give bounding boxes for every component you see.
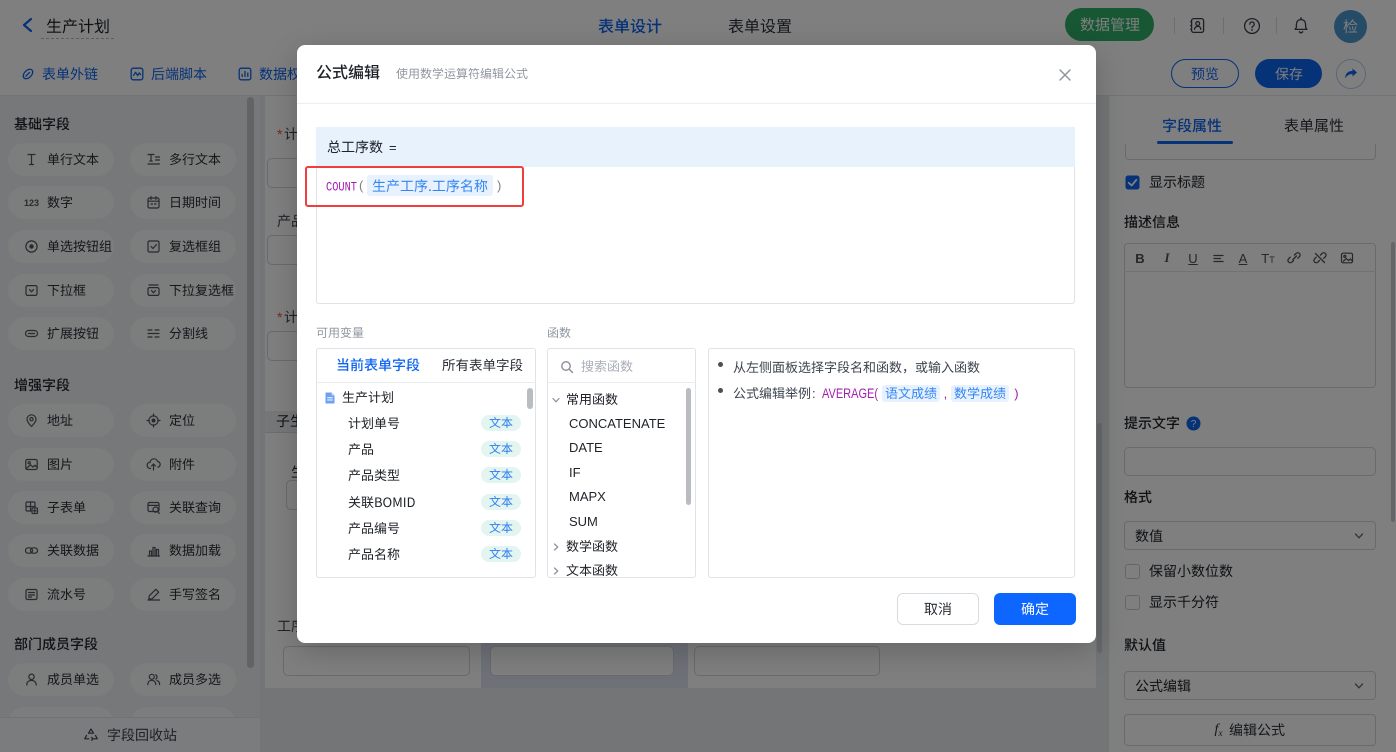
svg-text:AVERAGE(: AVERAGE( — [822, 386, 878, 401]
